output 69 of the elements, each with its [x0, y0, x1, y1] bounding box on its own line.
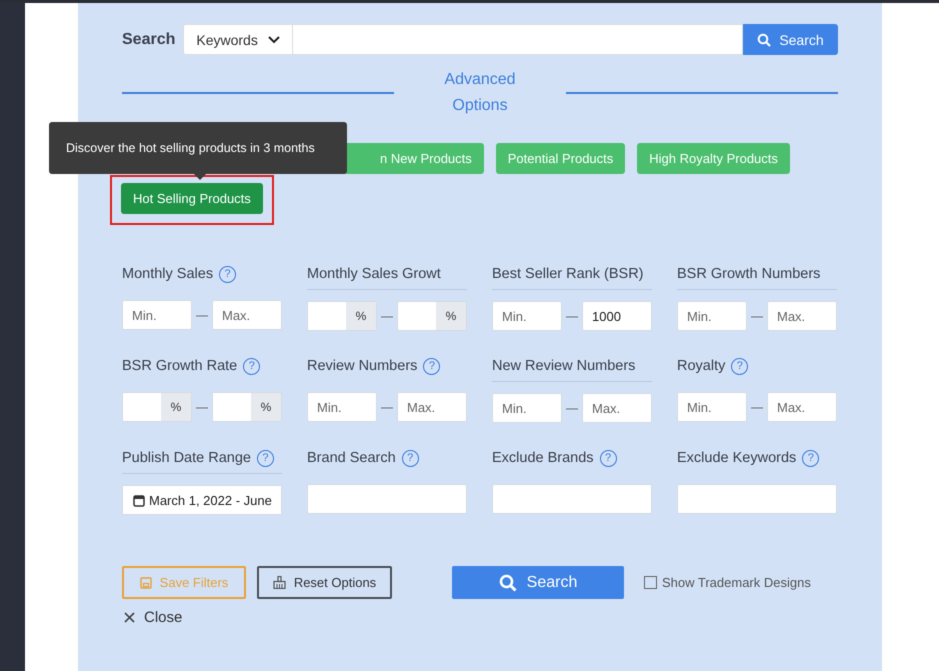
- help-icon[interactable]: ?: [600, 450, 617, 466]
- filter-label: Monthly Sales: [122, 266, 214, 282]
- min-input-field[interactable]: Min.: [677, 392, 747, 422]
- min-input-field[interactable]: Min.: [122, 300, 192, 330]
- date-range-field[interactable]: March 1, 2022 - June: [122, 485, 282, 515]
- min-input-field[interactable]: Min.: [492, 393, 562, 423]
- search-label: Search: [122, 30, 176, 48]
- save-filters-button[interactable]: Save Filters: [122, 566, 246, 599]
- broom-icon: [272, 576, 286, 589]
- percent-input-field[interactable]: %: [122, 392, 192, 422]
- close-icon: [124, 612, 135, 623]
- range-separator: —: [380, 309, 394, 323]
- search-button[interactable]: Search: [452, 566, 624, 599]
- max-input-field[interactable]: Max.: [397, 392, 467, 422]
- help-icon[interactable]: ?: [402, 450, 419, 466]
- filter-label: Exclude Brands: [492, 450, 594, 466]
- help-icon[interactable]: ?: [802, 450, 820, 466]
- preset-button[interactable]: High Royalty Products: [637, 143, 790, 174]
- min-input-field[interactable]: Min.: [677, 301, 747, 331]
- advanced-options-heading[interactable]: Advanced Options: [394, 67, 566, 119]
- percent-input-field[interactable]: %: [397, 301, 467, 331]
- close-button[interactable]: Close: [122, 609, 184, 626]
- max-input-field[interactable]: Max.: [582, 393, 652, 423]
- filter-label: Royalty: [677, 358, 726, 374]
- range-separator: —: [750, 400, 764, 414]
- max-input-field[interactable]: Max.: [767, 392, 837, 422]
- range-separator: —: [565, 401, 579, 415]
- search-icon: [757, 32, 772, 46]
- filter-label: BSR Growth Rate: [122, 358, 238, 374]
- percent-input-field[interactable]: %: [307, 301, 377, 331]
- chevron-down-icon: [268, 36, 280, 44]
- percent-input-field[interactable]: %: [212, 392, 282, 422]
- filter-label: Publish Date Range: [122, 450, 251, 466]
- calendar-icon: [133, 494, 145, 506]
- filter-label: Exclude Keywords: [677, 450, 796, 466]
- help-icon[interactable]: ?: [243, 358, 260, 374]
- text-input-field[interactable]: [677, 484, 837, 514]
- preset-button[interactable]: Hot Selling Products: [121, 183, 263, 214]
- preset-button[interactable]: Potential Products: [496, 143, 626, 174]
- max-input-field[interactable]: Max.: [767, 301, 837, 331]
- search-icon: [498, 574, 517, 592]
- search-input-field[interactable]: [293, 24, 743, 55]
- search-button[interactable]: Search: [743, 24, 838, 55]
- filter-label: BSR Growth Numbers: [677, 266, 820, 282]
- filter-label: New Review Numbers: [492, 358, 636, 374]
- help-icon[interactable]: ?: [731, 358, 748, 374]
- range-separator: —: [750, 309, 764, 323]
- range-separator: —: [195, 400, 209, 414]
- filter-label: Best Seller Rank (BSR): [492, 266, 644, 282]
- trademark-checkbox[interactable]: [644, 576, 657, 589]
- min-input-field[interactable]: Min.: [492, 301, 562, 331]
- help-icon[interactable]: ?: [219, 266, 236, 282]
- text-input-field[interactable]: [307, 484, 467, 514]
- range-separator: —: [565, 309, 579, 323]
- max-input-field[interactable]: Max.: [212, 300, 282, 330]
- trademark-checkbox-label: Show Trademark Designs: [662, 575, 811, 590]
- search-scope-dropdown[interactable]: Keywords: [183, 24, 294, 55]
- max-input-field[interactable]: 1000: [582, 301, 652, 331]
- filter-label: Brand Search: [307, 450, 396, 466]
- filter-label: Review Numbers: [307, 358, 418, 374]
- reset-options-button[interactable]: Reset Options: [257, 566, 392, 599]
- filter-label: Monthly Sales Growt: [307, 266, 441, 282]
- tooltip: Discover the hot selling products in 3 months: [49, 122, 347, 174]
- help-icon[interactable]: ?: [423, 358, 440, 374]
- min-input-field[interactable]: Min.: [307, 392, 377, 422]
- text-input-field[interactable]: [492, 484, 652, 514]
- range-separator: —: [380, 400, 394, 414]
- range-separator: —: [195, 308, 209, 322]
- help-icon[interactable]: ?: [256, 450, 274, 466]
